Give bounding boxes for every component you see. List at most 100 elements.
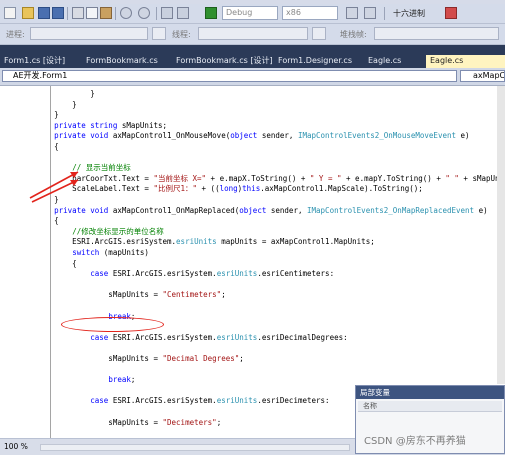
vertical-scrollbar[interactable] (497, 86, 505, 384)
code-token: ScaleLabel.Text = (18, 184, 153, 193)
tab-eagle[interactable]: Eagle.cs (364, 55, 424, 68)
code-token: object (239, 206, 266, 215)
open-icon[interactable] (22, 7, 34, 19)
tab-form1-designer[interactable]: Form1.Designer.cs (274, 55, 362, 68)
code-line[interactable]: } (18, 99, 77, 110)
save-icon[interactable] (38, 7, 50, 19)
code-token: //修改坐标显示的单位名称 (72, 227, 164, 236)
code-line[interactable]: } (18, 109, 59, 120)
nav-back-icon[interactable] (161, 7, 173, 19)
code-token: mapUnits = axMapControl1.MapUnits; (217, 237, 375, 246)
code-token: ; (221, 290, 226, 299)
code-token: { (18, 142, 59, 151)
code-token: "比例尺1：" (153, 184, 197, 193)
code-token: e) (474, 206, 488, 215)
tab-form1-design[interactable]: Form1.cs [设计] (0, 55, 80, 68)
code-line[interactable]: sMapUnits = "Decimal Degrees"; (18, 353, 244, 364)
code-line[interactable]: break; (18, 374, 135, 385)
code-line[interactable]: case ESRI.ArcGIS.esriSystem.esriUnits.es… (18, 268, 334, 279)
code-token: + e.mapY.ToString() + (342, 174, 446, 183)
code-line[interactable]: case ESRI.ArcGIS.esriSystem.esriUnits.es… (18, 332, 348, 343)
code-line[interactable]: // 显示当前坐标 (18, 162, 131, 173)
solution-config-dropdown[interactable]: Debug (222, 6, 278, 20)
tab-formbookmark-design[interactable]: FormBookmark.cs [设计] (172, 55, 272, 68)
zoom-level[interactable]: 100 % (4, 442, 28, 451)
tab-formbookmark[interactable]: FormBookmark.cs (82, 55, 170, 68)
code-token: break (108, 375, 131, 384)
editor-status-bar: 100 % (0, 438, 355, 455)
nav-forward-icon[interactable] (177, 7, 189, 19)
code-token: sMapUnits = (18, 418, 163, 427)
code-line[interactable]: { (18, 258, 77, 269)
code-line[interactable]: switch (mapUnits) (18, 247, 149, 258)
code-token: private void (54, 206, 108, 215)
thread-action-button[interactable] (312, 27, 326, 40)
code-line[interactable]: } (18, 194, 59, 205)
code-token: } (18, 100, 77, 109)
start-debug-icon[interactable] (205, 7, 217, 19)
code-token: "Centimeters" (163, 290, 222, 299)
solution-explorer-icon[interactable] (364, 7, 376, 19)
thread-dropdown[interactable] (198, 27, 308, 40)
code-token: + e.mapX.ToString() + (206, 174, 310, 183)
code-token: switch (72, 248, 99, 257)
code-token: ESRI.ArcGIS.esriSystem. (108, 396, 216, 405)
copy-icon[interactable] (86, 7, 98, 19)
code-line[interactable]: sMapUnits = "Centimeters"; (18, 289, 226, 300)
code-line[interactable]: case ESRI.ArcGIS.esriSystem.esriUnits.es… (18, 395, 330, 406)
code-line[interactable]: ESRI.ArcGIS.esriSystem.esriUnits mapUnit… (18, 236, 375, 247)
solution-platform-dropdown[interactable]: x86 (282, 6, 338, 20)
code-token: long (220, 184, 238, 193)
debug-window-icon[interactable] (445, 7, 457, 19)
save-all-icon[interactable] (52, 7, 64, 19)
code-token: axMapControl1_OnMapReplaced( (108, 206, 239, 215)
code-line[interactable]: ScaleLabel.Text = "比例尺1：" + ((long)this.… (18, 183, 423, 194)
code-line[interactable]: } (18, 88, 95, 99)
code-token: .esriCentimeters: (257, 269, 334, 278)
hex-display-toggle[interactable]: 十六进制 (393, 8, 425, 19)
new-project-icon[interactable] (4, 7, 16, 19)
stack-frame-dropdown[interactable] (374, 27, 499, 40)
cut-icon[interactable] (72, 7, 84, 19)
code-line[interactable]: barCoorTxt.Text = "当前坐标 X=" + e.mapX.ToS… (18, 173, 505, 184)
undo-icon[interactable] (120, 7, 132, 19)
code-token: // 显示当前坐标 (72, 163, 131, 172)
process-dropdown[interactable] (30, 27, 148, 40)
navigation-bar: AE开发.Form1 axMapCon (0, 68, 505, 86)
code-token: ; (217, 418, 222, 427)
code-token: "Decimal Degrees" (163, 354, 240, 363)
locals-panel-title[interactable]: 局部变量 (356, 386, 504, 399)
code-token: .esriDecimeters: (257, 396, 329, 405)
code-token: case (90, 396, 108, 405)
code-line[interactable]: private void axMapControl1_OnMouseMove(o… (18, 130, 470, 141)
tab-eagle-active[interactable]: Eagle.cs (426, 55, 505, 68)
code-token: sender, (257, 131, 298, 140)
thread-label: 线程: (172, 29, 191, 40)
code-token: .esriDecimalDegrees: (257, 333, 347, 342)
code-token (18, 396, 90, 405)
locals-column-name[interactable]: 名称 (358, 401, 502, 412)
code-token: "Decimeters" (163, 418, 217, 427)
code-token: { (18, 216, 59, 225)
paste-icon[interactable] (100, 7, 112, 19)
code-token: } (18, 110, 59, 119)
code-token: barCoorTxt.Text = (18, 174, 153, 183)
process-action-button[interactable] (152, 27, 166, 40)
class-dropdown[interactable]: AE开发.Form1 (2, 70, 457, 82)
code-line[interactable]: { (18, 215, 59, 226)
toolbar-separator (67, 7, 68, 20)
member-dropdown[interactable]: axMapCon (460, 70, 505, 82)
code-token: + (( (197, 184, 220, 193)
code-line[interactable]: private string sMapUnits; (18, 120, 167, 131)
horizontal-scrollbar[interactable] (40, 444, 350, 451)
redo-icon[interactable] (138, 7, 150, 19)
code-token (18, 269, 90, 278)
find-icon[interactable] (346, 7, 358, 19)
code-line[interactable]: private void axMapControl1_OnMapReplaced… (18, 205, 488, 216)
code-line[interactable]: sMapUnits = "Decimeters"; (18, 417, 221, 428)
document-well-gap (0, 45, 505, 54)
code-line[interactable]: //修改坐标显示的单位名称 (18, 226, 164, 237)
code-token: " " (445, 174, 459, 183)
code-token: sender, (266, 206, 307, 215)
code-line[interactable]: { (18, 141, 59, 152)
